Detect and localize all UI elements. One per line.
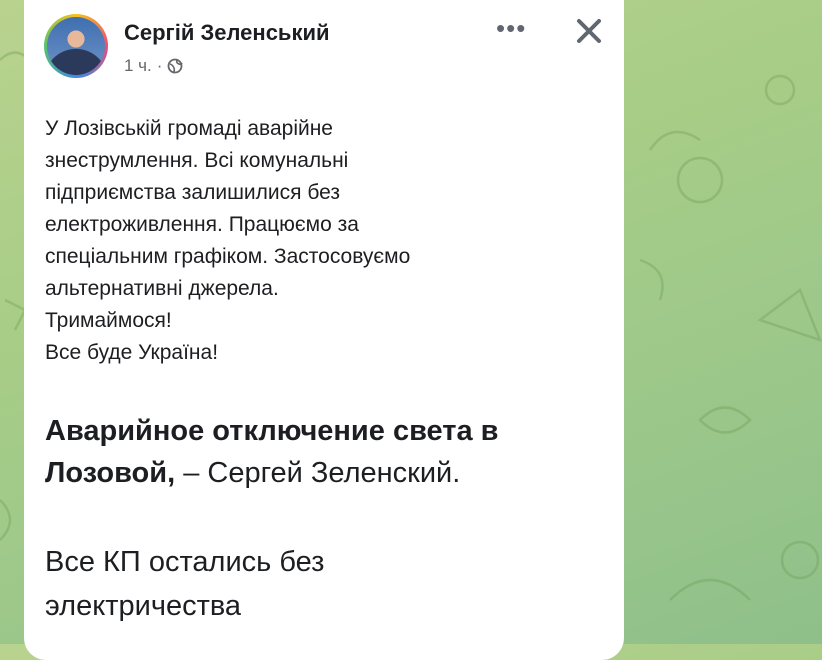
subtext-line-2: электричества (45, 590, 242, 622)
post-body-line: У Лозівській громаді аварійне (45, 117, 333, 140)
subtext-line-1: Все КП остались без (45, 546, 325, 578)
globe-icon (168, 58, 184, 74)
meta-separator: · (156, 56, 163, 75)
headline: Аварийное отключение света в Лозовой, – … (45, 410, 605, 494)
post-body-line: спеціальним графіком. Застосовуємо (45, 245, 411, 268)
headline-rest: – Сергей Зеленский. (175, 457, 461, 489)
post-body-line: Все буде Україна! (45, 341, 219, 364)
post-body-line: підприємства залишилися без (45, 181, 340, 204)
post-body-line: електроживлення. Працюємо за (45, 213, 359, 236)
subtext: Все КП остались без электричества (45, 540, 605, 628)
author-name[interactable]: Сергій Зеленський (124, 20, 330, 46)
post-body-line: знеструмлення. Всі комунальні (45, 149, 349, 172)
avatar[interactable] (44, 14, 108, 78)
post-meta: 1 ч. · (124, 56, 184, 76)
avatar-photo (47, 17, 105, 75)
post-body: У Лозівській громаді аварійне знеструмле… (45, 113, 605, 369)
post-card: Сергій Зеленський 1 ч. · ••• У Лозівські… (24, 0, 624, 660)
headline-bold-2: Лозовой, (45, 457, 176, 489)
more-options-button[interactable]: ••• (496, 15, 526, 41)
post-body-line: Тримаймося! (45, 309, 172, 332)
post-time[interactable]: 1 ч. (124, 56, 152, 76)
headline-bold-1: Аварийное отключение света в (45, 415, 499, 447)
post-body-line: альтернативні джерела. (45, 277, 279, 300)
close-icon[interactable] (572, 14, 606, 48)
